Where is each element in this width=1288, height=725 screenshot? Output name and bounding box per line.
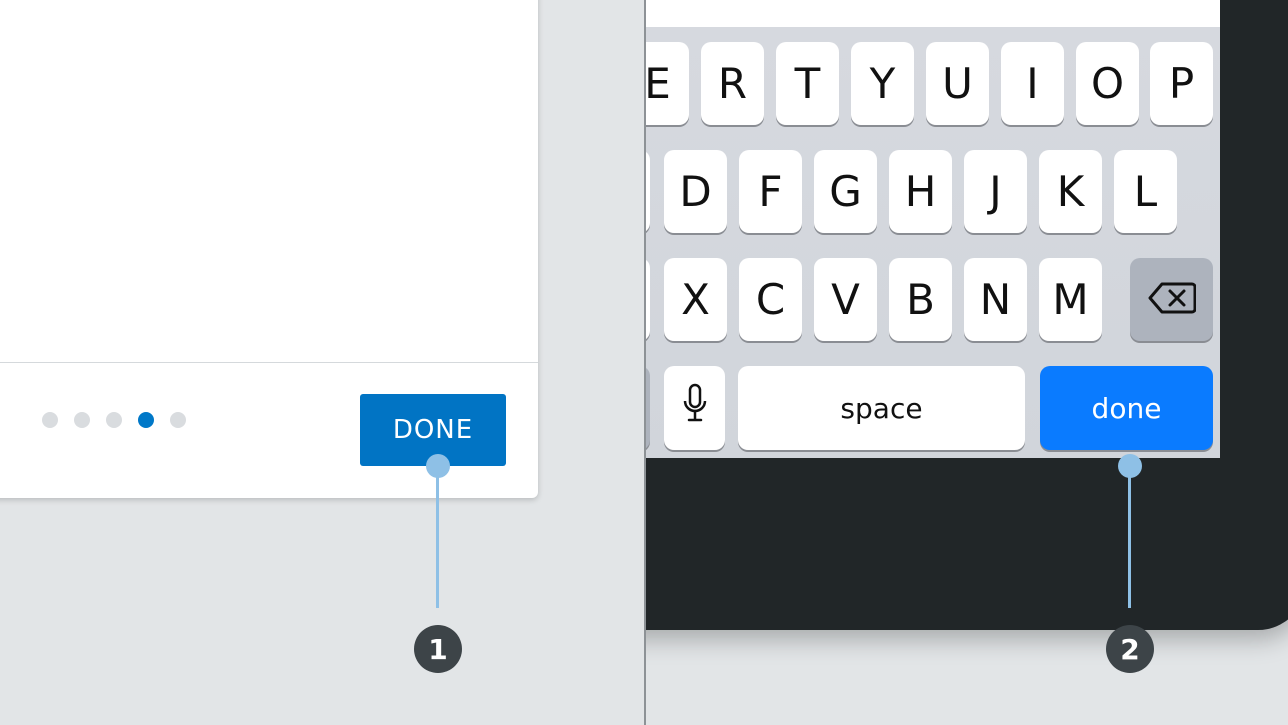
page-dot[interactable] bbox=[170, 412, 186, 428]
key[interactable]: T bbox=[776, 42, 839, 125]
key[interactable]: E bbox=[646, 42, 689, 125]
key[interactable]: H bbox=[889, 150, 952, 233]
keyboard-done-key[interactable]: done bbox=[1040, 366, 1213, 450]
on-screen-keyboard: E R T Y U I O P D F G H J K L X C V B N … bbox=[646, 27, 1220, 458]
backspace-icon bbox=[1148, 275, 1196, 324]
left-panel: DONE 1 bbox=[0, 0, 645, 725]
key[interactable]: N bbox=[964, 258, 1027, 341]
key[interactable]: F bbox=[739, 150, 802, 233]
key[interactable]: B bbox=[889, 258, 952, 341]
key[interactable]: V bbox=[814, 258, 877, 341]
page-dot-active[interactable] bbox=[138, 412, 154, 428]
key[interactable]: Y bbox=[851, 42, 914, 125]
key[interactable]: O bbox=[1076, 42, 1139, 125]
callout-line bbox=[436, 466, 439, 608]
device-frame: E R T Y U I O P D F G H J K L X C V B N … bbox=[646, 0, 1288, 630]
key[interactable]: I bbox=[1001, 42, 1064, 125]
screen-content bbox=[646, 0, 1220, 28]
key-partial[interactable] bbox=[646, 150, 650, 233]
key-partial[interactable] bbox=[646, 366, 650, 450]
key[interactable]: X bbox=[664, 258, 727, 341]
callout-dot bbox=[1118, 454, 1142, 478]
key[interactable]: R bbox=[701, 42, 764, 125]
callout-line bbox=[1128, 466, 1131, 608]
callout-dot bbox=[426, 454, 450, 478]
space-key[interactable]: space bbox=[738, 366, 1025, 450]
callout-badge: 2 bbox=[1106, 625, 1154, 673]
dialog-card: DONE bbox=[0, 0, 538, 498]
key[interactable]: U bbox=[926, 42, 989, 125]
key-partial[interactable] bbox=[646, 258, 650, 341]
page-dot[interactable] bbox=[106, 412, 122, 428]
key[interactable]: C bbox=[739, 258, 802, 341]
callout-badge: 1 bbox=[414, 625, 462, 673]
key[interactable]: P bbox=[1150, 42, 1213, 125]
pagination-dots bbox=[42, 412, 186, 428]
key[interactable]: K bbox=[1039, 150, 1102, 233]
microphone-icon bbox=[682, 383, 708, 433]
page-dot[interactable] bbox=[74, 412, 90, 428]
footer-divider bbox=[0, 362, 538, 363]
key[interactable]: D bbox=[664, 150, 727, 233]
key[interactable]: L bbox=[1114, 150, 1177, 233]
key[interactable]: G bbox=[814, 150, 877, 233]
right-panel: E R T Y U I O P D F G H J K L X C V B N … bbox=[646, 0, 1288, 725]
key[interactable]: M bbox=[1039, 258, 1102, 341]
page-dot[interactable] bbox=[42, 412, 58, 428]
backspace-key[interactable] bbox=[1130, 258, 1213, 341]
dictation-key[interactable] bbox=[664, 366, 725, 450]
key[interactable]: J bbox=[964, 150, 1027, 233]
